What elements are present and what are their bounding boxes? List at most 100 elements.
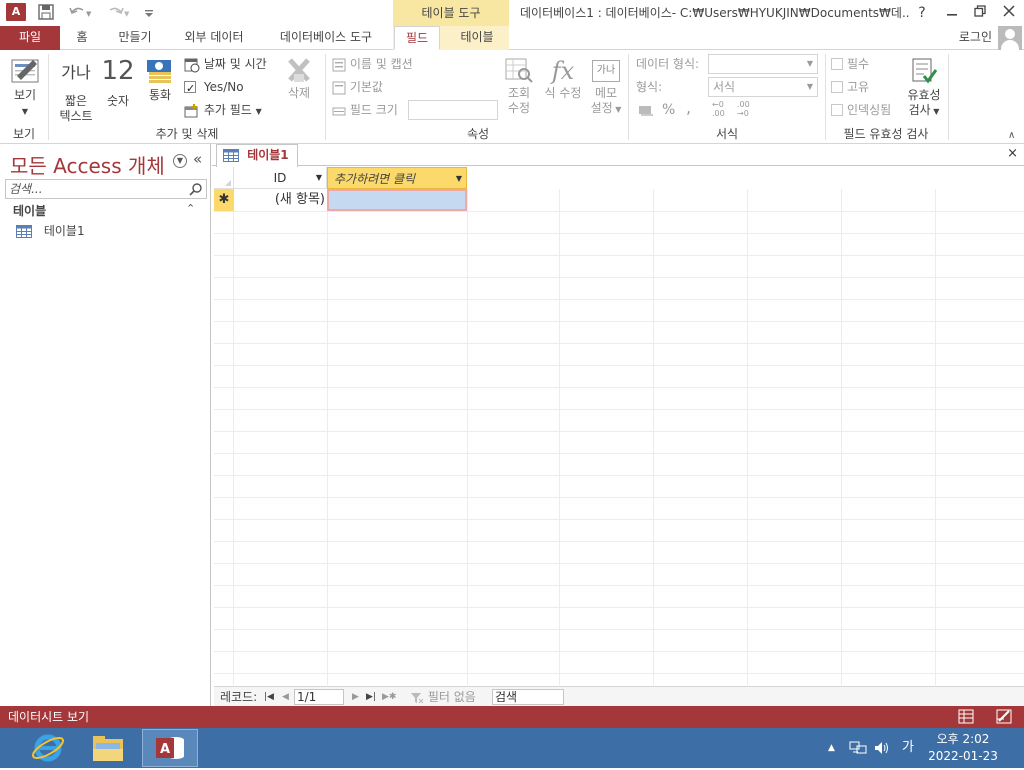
- datetime-button[interactable]: 날짜 및 시간: [184, 54, 267, 74]
- tab-create[interactable]: 만들기: [108, 26, 162, 50]
- user-avatar-icon[interactable]: [998, 26, 1022, 50]
- delete-button[interactable]: 삭제: [282, 56, 316, 101]
- comma-button[interactable]: ,: [686, 98, 691, 118]
- close-icon[interactable]: [994, 0, 1024, 26]
- new-row-add-cell[interactable]: [327, 189, 467, 211]
- close-document-icon[interactable]: ×: [1007, 146, 1018, 161]
- access-app-icon[interactable]: A: [6, 3, 26, 21]
- tray-expand-icon[interactable]: ▲: [828, 728, 835, 768]
- format-select[interactable]: 서식 ▼: [708, 77, 818, 97]
- required-checkbox[interactable]: 필수: [831, 54, 869, 74]
- unique-checkbox[interactable]: 고유: [831, 77, 869, 97]
- validation-button[interactable]: 유효성 검사 ▼: [904, 56, 944, 119]
- short-text-button[interactable]: 가나 짧은 텍스트: [56, 60, 96, 124]
- login-link[interactable]: 로그인: [959, 26, 992, 50]
- collapse-pane-icon[interactable]: «: [193, 150, 202, 168]
- more-fields-button[interactable]: 추가 필드 ▼: [184, 100, 262, 120]
- unique-label: 고유: [847, 80, 870, 94]
- tab-file[interactable]: 파일: [0, 26, 60, 50]
- currency-format-button[interactable]: [638, 100, 656, 120]
- gridline-horizontal: [214, 211, 1024, 212]
- svg-text:A: A: [160, 742, 170, 757]
- file-explorer-icon[interactable]: [80, 729, 136, 767]
- decrease-decimals-button[interactable]: .00 →0: [737, 100, 757, 120]
- currency-format-icon: [639, 105, 653, 116]
- customize-qat-icon[interactable]: [144, 4, 154, 22]
- modify-expression-button[interactable]: fx 식 수정: [540, 56, 586, 101]
- search-icon[interactable]: [189, 182, 203, 196]
- next-record-icon[interactable]: ▶: [352, 687, 359, 707]
- redo-icon[interactable]: ▼: [106, 4, 132, 22]
- nav-pane-title[interactable]: 모든 Access 개체: [10, 150, 165, 179]
- indexed-checkbox[interactable]: 인덱싱됨: [831, 100, 891, 120]
- filter-status[interactable]: 필터 없음: [410, 687, 476, 707]
- default-value-icon: [332, 81, 346, 94]
- nav-menu-chevron-icon[interactable]: ▼: [173, 154, 187, 168]
- help-button[interactable]: ?: [907, 0, 937, 26]
- divider: [325, 54, 326, 140]
- chevron-down-icon[interactable]: ▼: [456, 168, 462, 190]
- datasheet-view-icon[interactable]: [958, 709, 974, 724]
- tab-table[interactable]: 테이블: [448, 26, 506, 50]
- last-record-icon[interactable]: ▶|: [366, 687, 376, 707]
- undo-icon[interactable]: ▼: [68, 4, 94, 22]
- nav-group-tables[interactable]: 테이블: [13, 202, 46, 219]
- select-all-corner[interactable]: [214, 167, 234, 189]
- network-icon[interactable]: [849, 728, 867, 768]
- more-fields-label: 추가 필드: [203, 103, 252, 117]
- currency-button[interactable]: 통화: [142, 56, 178, 103]
- modify-lookups-button[interactable]: 조회 수정: [502, 56, 536, 116]
- column-header-id[interactable]: ID ▼: [234, 167, 327, 189]
- checkbox-icon: [184, 79, 196, 99]
- access-taskbar-icon[interactable]: A: [142, 729, 198, 767]
- gridline-horizontal: [214, 673, 1024, 674]
- new-row-id-cell[interactable]: (새 항목): [234, 189, 327, 211]
- design-view-icon[interactable]: [996, 709, 1012, 724]
- first-record-icon[interactable]: |◀: [264, 687, 274, 707]
- name-caption-button[interactable]: 이름 및 캡션: [332, 54, 413, 74]
- tab-external-data[interactable]: 외부 데이터: [172, 26, 256, 50]
- number-button[interactable]: 12 숫자: [100, 56, 136, 109]
- gridline-horizontal: [214, 629, 1024, 630]
- nav-item-table1[interactable]: 테이블1: [16, 222, 85, 240]
- data-type-select[interactable]: ▼: [708, 54, 818, 74]
- column-header-click-to-add[interactable]: 추가하려면 클릭 ▼: [327, 167, 467, 189]
- yesno-button[interactable]: Yes/No: [184, 77, 244, 99]
- internet-explorer-icon[interactable]: [20, 729, 76, 767]
- clock-time: 오후 2:02: [936, 732, 990, 746]
- field-size-input[interactable]: [408, 100, 498, 120]
- minimize-icon[interactable]: [937, 0, 967, 26]
- chevron-down-icon[interactable]: ▼: [316, 167, 322, 189]
- tab-field[interactable]: 필드: [394, 26, 440, 50]
- field-size-label: 필드 크기: [349, 103, 398, 117]
- datetime-label: 날짜 및 시간: [203, 57, 267, 71]
- new-row-selector[interactable]: ✱: [214, 189, 234, 211]
- short-text-icon: 가나: [61, 63, 91, 82]
- volume-icon[interactable]: [873, 728, 891, 768]
- document-tab-table1[interactable]: 테이블1: [216, 144, 298, 167]
- memo-settings-button[interactable]: 가나 메모 설정 ▼: [588, 56, 624, 117]
- tab-database-tools[interactable]: 데이터베이스 도구: [266, 26, 386, 50]
- divider: [948, 54, 949, 140]
- tab-home[interactable]: 홈: [66, 26, 98, 50]
- collapse-group-icon[interactable]: ⌃: [186, 202, 195, 215]
- new-record-icon[interactable]: ▶✱: [382, 687, 396, 707]
- record-search-input[interactable]: 검색: [492, 689, 564, 705]
- increase-decimals-button[interactable]: ←0 .00: [712, 100, 732, 120]
- chevron-down-icon: ▼: [806, 59, 813, 68]
- field-size-icon: [332, 107, 346, 115]
- save-icon[interactable]: [38, 4, 54, 22]
- current-record-input[interactable]: 1/1: [294, 689, 344, 705]
- percent-button[interactable]: %: [662, 100, 675, 120]
- ime-indicator[interactable]: 가: [902, 728, 914, 768]
- field-size-label-wrap: 필드 크기: [332, 100, 398, 120]
- nav-search-input[interactable]: 검색...: [5, 179, 207, 199]
- restore-icon[interactable]: [965, 0, 995, 26]
- previous-record-icon[interactable]: ◀: [282, 687, 289, 707]
- view-button[interactable]: 보기 ▼: [6, 54, 44, 119]
- default-value-button[interactable]: 기본값: [332, 77, 383, 97]
- group-label-properties: 속성: [466, 127, 490, 141]
- group-label-views: 보기: [12, 127, 36, 141]
- collapse-ribbon-icon[interactable]: ∧: [1008, 130, 1015, 141]
- clock[interactable]: 오후 2:02 2022-01-23: [926, 731, 1000, 765]
